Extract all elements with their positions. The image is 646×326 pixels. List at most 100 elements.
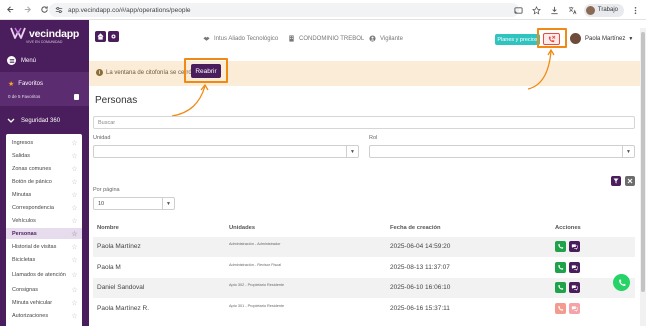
role-text: Vigilante <box>380 35 403 42</box>
settings-button[interactable] <box>108 31 119 42</box>
scrollbar-thumb[interactable] <box>641 32 645 292</box>
sidebar-item[interactable]: Personas ☆ <box>6 228 82 239</box>
star-outline-icon[interactable]: ☆ <box>70 191 79 199</box>
cell-unit: Administración - Administrador <box>229 242 281 246</box>
column-header-created: Fecha de creación <box>390 225 441 231</box>
user-menu[interactable]: Paola Martínez ▼ <box>570 33 633 44</box>
forward-button[interactable] <box>20 3 34 17</box>
star-outline-icon[interactable]: ☆ <box>70 271 79 279</box>
unit-select[interactable]: ▼ <box>93 145 359 158</box>
clear-filter-button[interactable] <box>625 176 635 186</box>
download-button[interactable] <box>548 3 562 17</box>
sidebar-item[interactable]: Consignas ☆ <box>6 284 82 295</box>
sidebar-item[interactable]: Minutas ☆ <box>6 189 82 200</box>
star-outline-icon[interactable]: ☆ <box>70 139 79 147</box>
call-button[interactable] <box>555 262 566 273</box>
gear-icon <box>111 34 116 39</box>
star-outline-icon[interactable]: ☆ <box>70 217 79 225</box>
translate-icon <box>569 6 577 14</box>
favorites-header[interactable]: ★ Favoritos <box>8 80 43 88</box>
highlight-intercom <box>537 28 567 48</box>
chevron-down-icon: ▼ <box>162 198 174 209</box>
sidebar-item[interactable]: Salidas ☆ <box>6 150 82 161</box>
security-submenu: Ingresos ☆ Salidas ☆ Zonas comunes ☆ Botón de … <box>6 134 82 326</box>
sidebar-item-label: Botón de pánico <box>12 178 52 185</box>
message-button[interactable] <box>569 241 580 252</box>
search-input[interactable]: Buscar <box>93 116 635 129</box>
role-label: Vigilante <box>369 35 403 42</box>
avatar <box>570 33 581 44</box>
trash-icon[interactable] <box>74 94 79 100</box>
sidebar-item[interactable]: Historial de visitas ☆ <box>6 241 82 252</box>
arrow-left-icon <box>6 6 13 13</box>
unit-label: Unidad <box>93 135 111 141</box>
cast-button[interactable] <box>512 3 526 17</box>
star-outline-icon[interactable]: ☆ <box>70 256 79 264</box>
condominium-label[interactable]: CONDOMINIO TREBOL <box>288 35 364 42</box>
plans-button[interactable]: Planes y precios <box>495 34 540 45</box>
extensions-button[interactable] <box>566 3 580 17</box>
sidebar-item[interactable]: Minuta vehicular ☆ <box>6 297 82 308</box>
menu-button[interactable]: Menú <box>7 56 36 65</box>
star-outline-icon[interactable]: ☆ <box>70 165 79 173</box>
home-button[interactable] <box>95 31 106 42</box>
phone-icon <box>558 243 564 249</box>
sidebar-item[interactable]: Correspondencia ☆ <box>6 202 82 213</box>
chat-icon <box>571 285 578 291</box>
star-icon <box>532 5 542 14</box>
cell-unit: Administración - Revisor Fiscal <box>229 263 282 267</box>
browser-menu-button[interactable] <box>628 3 642 17</box>
site-settings-icon[interactable] <box>55 6 63 14</box>
star-outline-icon[interactable]: ☆ <box>70 286 79 294</box>
star-outline-icon[interactable]: ☆ <box>70 312 79 320</box>
sidebar-item-label: Vehículos <box>12 217 36 224</box>
page-title: Personas <box>95 95 138 106</box>
message-button[interactable] <box>569 262 580 273</box>
partner-text: Intus Aliado Tecnológico <box>214 35 279 42</box>
sidebar-item-label: Historial de visitas <box>12 243 57 250</box>
sidebar-item-label: Llamados de atención <box>12 272 66 278</box>
per-page-select[interactable]: 10 ▼ <box>93 197 175 210</box>
call-button[interactable] <box>555 303 566 314</box>
sidebar-item-label: Salidas <box>12 152 31 159</box>
whatsapp-button[interactable] <box>613 274 630 291</box>
profile-label: Trabajo <box>597 7 618 13</box>
page-scrollbar[interactable] <box>640 28 646 326</box>
sidebar-item[interactable]: Vehículos ☆ <box>6 215 82 226</box>
section-title: Seguridad 360 <box>21 118 61 124</box>
star-outline-icon[interactable]: ☆ <box>70 230 79 238</box>
sidebar-item[interactable]: Zonas comunes ☆ <box>6 163 82 174</box>
sidebar-item[interactable]: Autorizaciones ☆ <box>6 310 82 321</box>
address-bar[interactable]: app.vecindapp.co/#/app/operations/people <box>49 3 519 17</box>
star-outline-icon[interactable]: ☆ <box>70 299 79 307</box>
logo-tagline: VIVE EN COMUNIDAD <box>26 40 63 44</box>
logo[interactable]: vecindapp <box>10 27 79 40</box>
sidebar-item[interactable]: Botón de pánico ☆ <box>6 176 82 187</box>
profile-chip[interactable]: Trabajo <box>583 3 624 17</box>
section-header-security[interactable]: Seguridad 360 <box>7 118 60 124</box>
back-button[interactable] <box>3 3 17 17</box>
menu-icon <box>7 56 16 65</box>
star-outline-icon[interactable]: ☆ <box>70 243 79 251</box>
banner-message: i La ventana de citofonía se cerró <box>96 69 192 76</box>
phone-icon <box>558 284 564 290</box>
sidebar-item[interactable]: Bicicletas ☆ <box>6 254 82 265</box>
sidebar-item[interactable]: Llamados de atención ☆ <box>6 267 82 283</box>
condominium-text: CONDOMINIO TREBOL <box>299 35 365 42</box>
star-outline-icon[interactable]: ☆ <box>70 152 79 160</box>
role-select[interactable]: ▼ <box>369 145 635 158</box>
phone-icon <box>618 278 626 286</box>
sidebar-item[interactable]: Ingresos ☆ <box>6 137 82 148</box>
call-button[interactable] <box>555 241 566 252</box>
close-icon <box>627 178 633 184</box>
filter-button[interactable] <box>611 176 621 186</box>
call-button[interactable] <box>555 282 566 293</box>
cell-name: Daniel Sandoval <box>97 284 145 291</box>
message-button[interactable] <box>569 282 580 293</box>
message-button[interactable] <box>569 303 580 314</box>
sidebar-item-label: Consignas <box>12 286 38 293</box>
bookmark-button[interactable] <box>530 3 544 17</box>
star-outline-icon[interactable]: ☆ <box>70 204 79 212</box>
cell-name: Paola Martínez R. <box>97 305 150 312</box>
star-outline-icon[interactable]: ☆ <box>70 178 79 186</box>
